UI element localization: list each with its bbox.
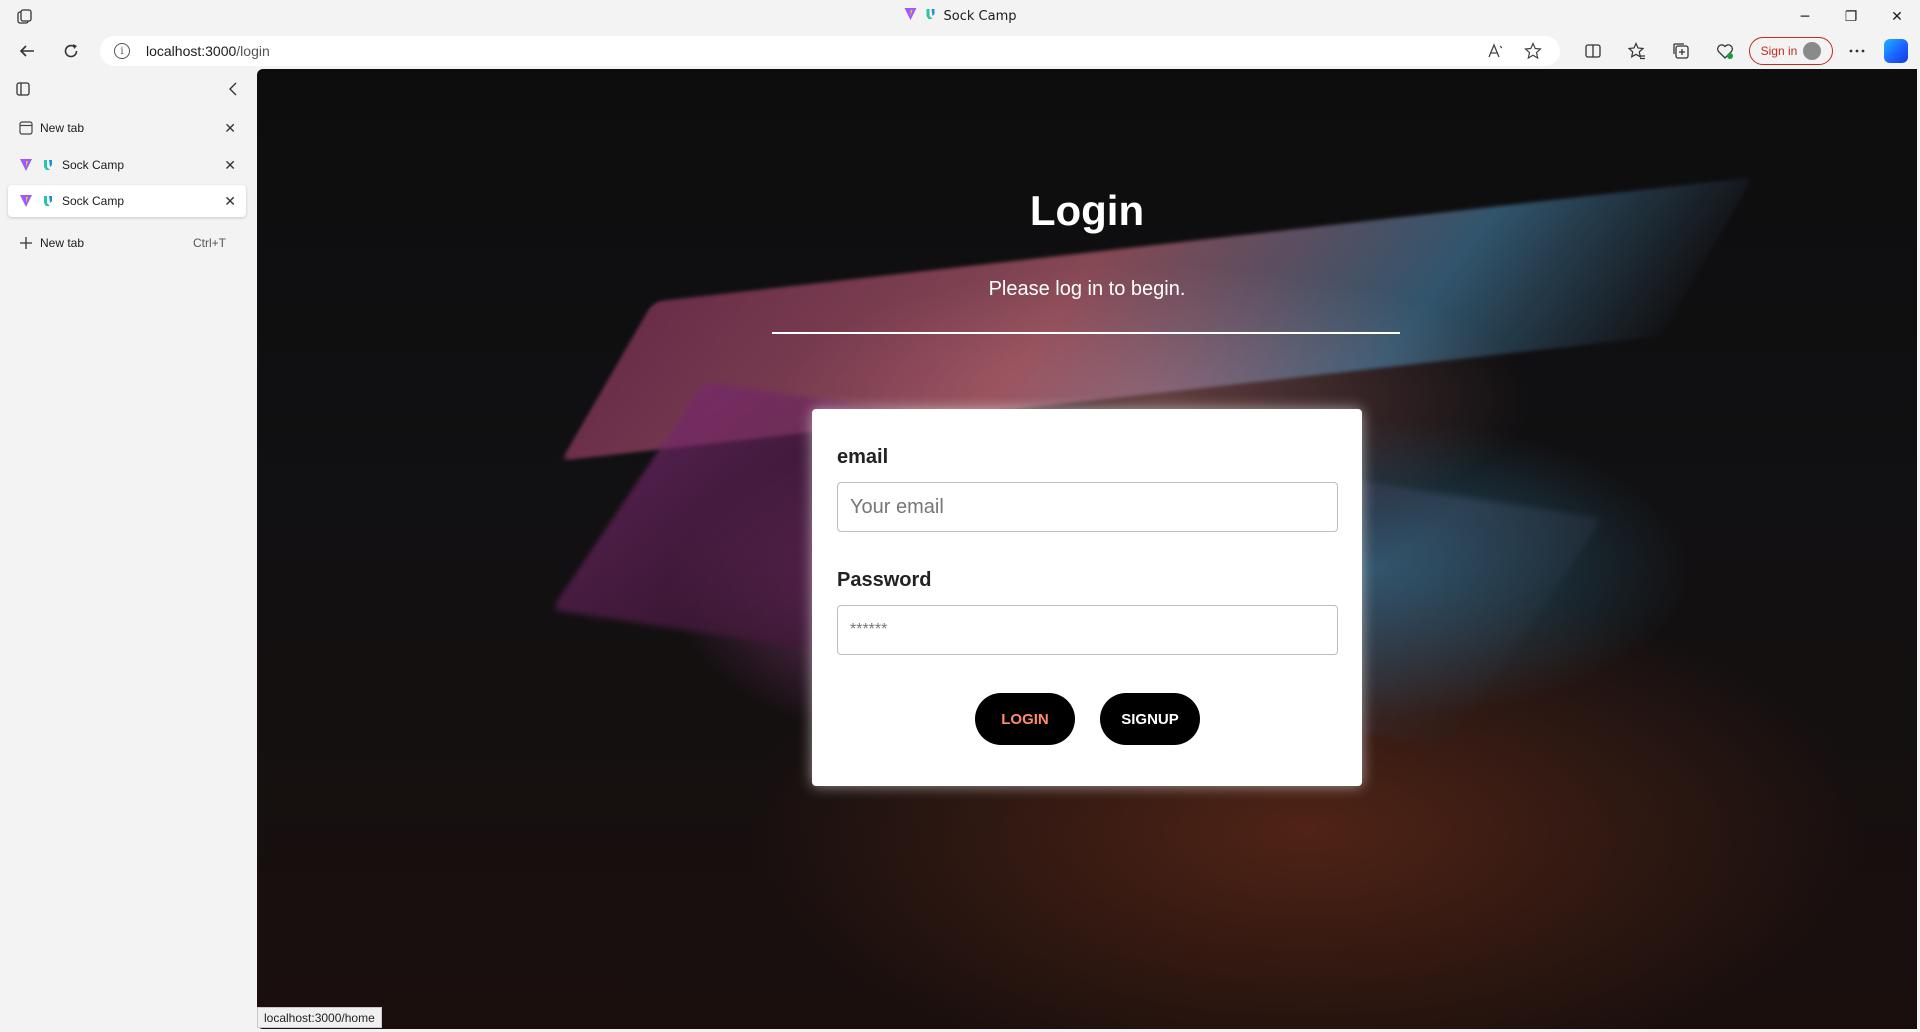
tab-actions-icon[interactable] — [15, 81, 31, 101]
signup-button[interactable]: SIGNUP — [1100, 693, 1200, 745]
tab-label: Sock Camp — [62, 194, 125, 208]
sidebar-tab-sock-camp-active[interactable]: Sock Camp ✕ — [8, 185, 246, 217]
close-tab-icon[interactable]: ✕ — [224, 120, 236, 137]
read-aloud-icon[interactable] — [1487, 42, 1505, 64]
login-form-card: email Password LOGIN SIGNUP — [812, 409, 1362, 786]
url-path: /login — [236, 43, 270, 59]
collapse-sidebar-icon[interactable] — [226, 81, 242, 101]
vite-logo-icon — [904, 7, 918, 25]
plus-icon — [18, 235, 34, 251]
new-tab-shortcut: Ctrl+T — [193, 236, 226, 250]
close-tab-icon[interactable]: ✕ — [224, 157, 236, 174]
browser-toolbar: i localhost:3000/login Sign in — [0, 33, 1920, 69]
collections-button[interactable] — [1666, 36, 1696, 66]
favorites-button[interactable] — [1622, 36, 1652, 66]
profile-avatar-icon — [1803, 42, 1822, 60]
restore-icon: ❐ — [1844, 8, 1858, 25]
back-button[interactable] — [12, 36, 42, 66]
status-bar-link-preview: localhost:3000/home — [257, 1007, 382, 1028]
browser-essentials-button[interactable] — [1710, 36, 1740, 66]
settings-more-button[interactable] — [1842, 36, 1872, 66]
address-bar[interactable]: i localhost:3000/login — [100, 36, 1560, 66]
new-tab-page-icon — [18, 120, 34, 136]
window-title: Sock Camp — [904, 7, 1017, 25]
url-host: localhost:3000 — [146, 43, 237, 59]
copilot-icon[interactable] — [1884, 39, 1908, 63]
site-info-icon[interactable]: i — [114, 43, 130, 59]
email-label: email — [837, 446, 889, 468]
vertical-tabs-sidebar: New tab ✕ Sock Camp ✕ Sock Camp ✕ New ta… — [0, 69, 257, 1032]
sidebar-new-tab-button[interactable]: New tab Ctrl+T — [8, 227, 246, 259]
more-dots-icon — [1849, 49, 1865, 53]
close-tab-icon[interactable]: ✕ — [224, 193, 236, 210]
url-text[interactable]: localhost:3000/login — [146, 43, 270, 59]
close-window-button[interactable]: ✕ — [1874, 0, 1920, 33]
favorite-star-icon[interactable] — [1524, 42, 1542, 64]
sidebar-tab-sock-camp[interactable]: Sock Camp ✕ — [8, 149, 246, 181]
sign-in-button[interactable]: Sign in — [1749, 37, 1833, 65]
split-screen-icon — [1585, 44, 1601, 58]
title-divider — [772, 332, 1400, 334]
vite-logo-icon — [18, 157, 34, 173]
password-label: Password — [837, 569, 932, 591]
back-arrow-icon — [19, 45, 34, 57]
minimize-button[interactable]: ─ — [1782, 0, 1828, 33]
collections-icon — [1673, 43, 1689, 59]
vite-logo-icon — [18, 193, 34, 209]
title-bar: Sock Camp ─ ❐ ✕ — [0, 0, 1920, 33]
minimize-icon: ─ — [1800, 8, 1810, 25]
sock-camp-favicon-icon — [924, 7, 938, 25]
restore-button[interactable]: ❐ — [1828, 0, 1874, 33]
page-viewport: Login Please log in to begin. email Pass… — [257, 69, 1917, 1029]
workspaces-icon[interactable] — [16, 8, 34, 26]
close-icon: ✕ — [1891, 8, 1903, 25]
sign-in-label: Sign in — [1760, 44, 1798, 58]
tab-label: Sock Camp — [62, 158, 125, 172]
email-input[interactable] — [837, 482, 1338, 532]
sidebar-header — [0, 77, 257, 103]
refresh-icon — [64, 44, 78, 58]
page-subtitle: Please log in to begin. — [988, 278, 1186, 300]
sidebar-tab-new-tab[interactable]: New tab ✕ — [8, 112, 246, 144]
favorites-icon — [1628, 42, 1645, 60]
login-button[interactable]: LOGIN — [975, 693, 1075, 745]
heart-pulse-icon — [1717, 44, 1733, 59]
sock-camp-favicon-icon — [40, 157, 56, 173]
refresh-button[interactable] — [56, 36, 86, 66]
password-input[interactable] — [837, 605, 1338, 655]
tab-label: New tab — [40, 121, 85, 135]
sock-camp-favicon-icon — [40, 193, 56, 209]
split-screen-button[interactable] — [1578, 36, 1608, 66]
window-title-text: Sock Camp — [943, 8, 1017, 24]
new-tab-label: New tab — [40, 236, 85, 250]
page-title: Login — [1029, 187, 1145, 234]
